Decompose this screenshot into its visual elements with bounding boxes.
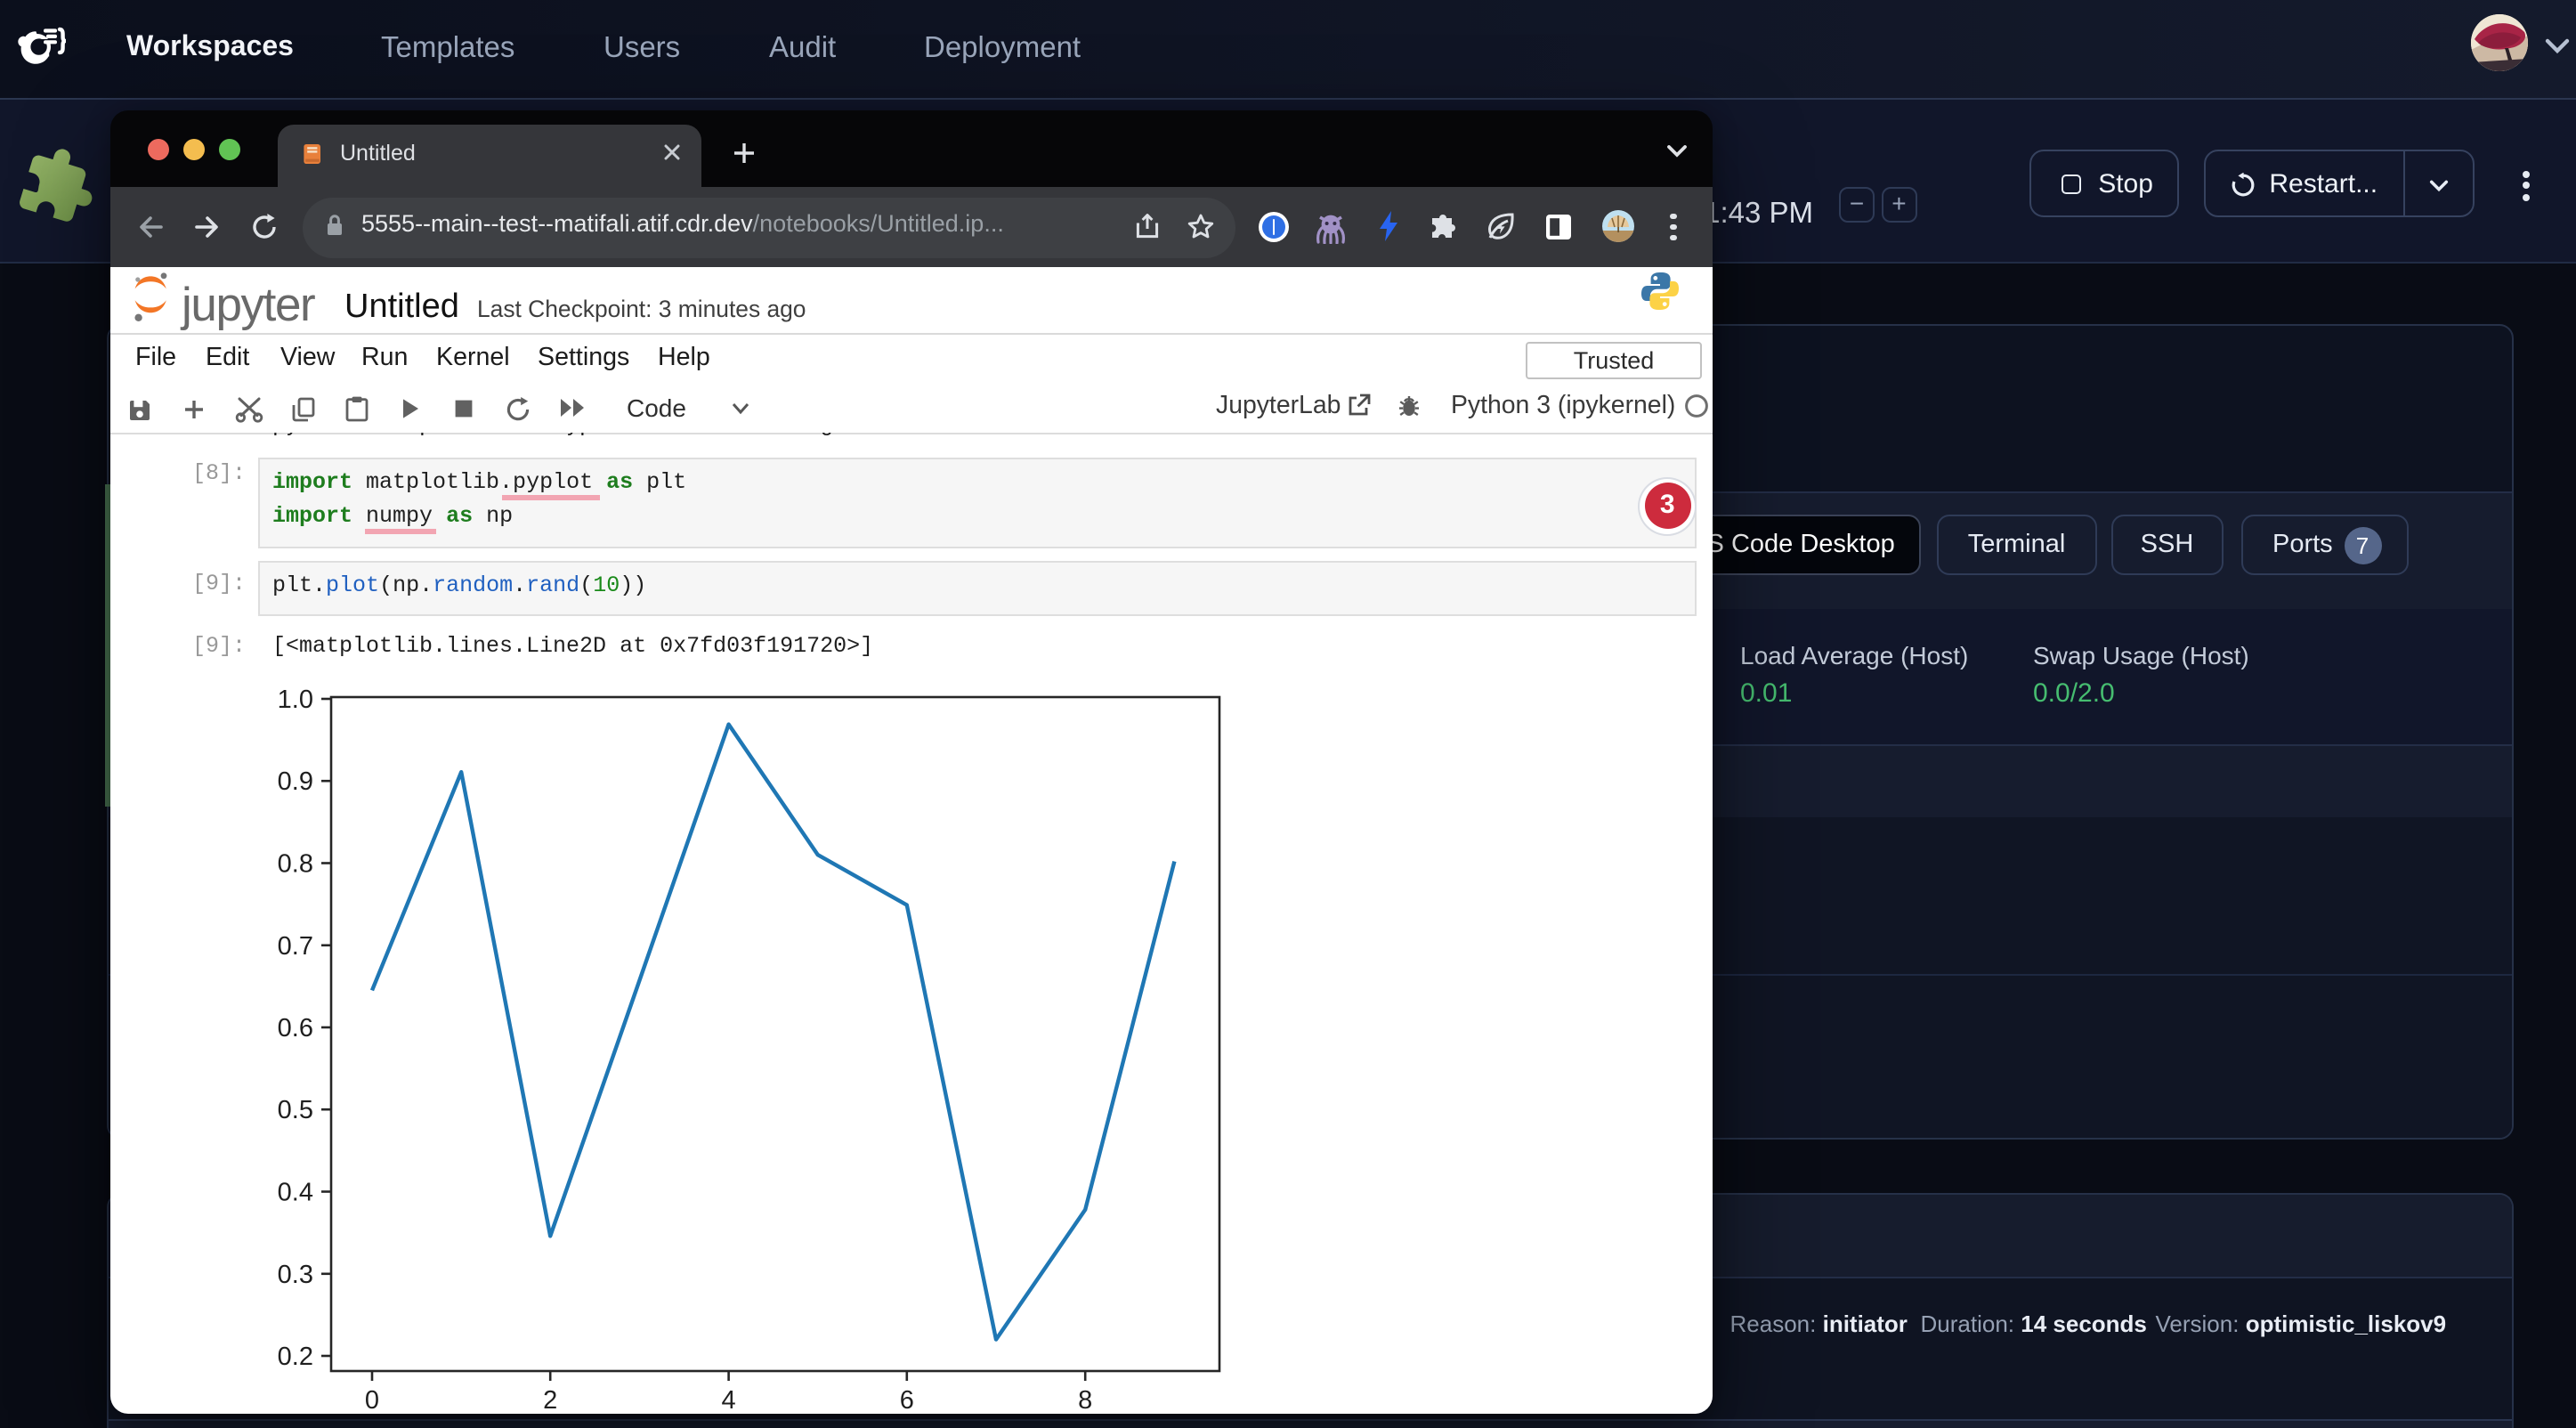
- svg-text:0: 0: [365, 1385, 379, 1413]
- svg-text:0.7: 0.7: [278, 931, 313, 960]
- svg-text:1.0: 1.0: [278, 685, 313, 713]
- svg-text:0.3: 0.3: [278, 1260, 313, 1288]
- svg-text:8: 8: [1078, 1385, 1092, 1413]
- svg-text:0.2: 0.2: [278, 1342, 313, 1370]
- svg-text:0.5: 0.5: [278, 1095, 313, 1124]
- svg-text:4: 4: [722, 1385, 736, 1413]
- svg-text:2: 2: [543, 1385, 557, 1413]
- svg-text:0.6: 0.6: [278, 1013, 313, 1042]
- svg-text:6: 6: [900, 1385, 914, 1413]
- svg-text:0.8: 0.8: [278, 849, 313, 878]
- svg-text:0.4: 0.4: [278, 1178, 313, 1206]
- svg-text:0.9: 0.9: [278, 767, 313, 795]
